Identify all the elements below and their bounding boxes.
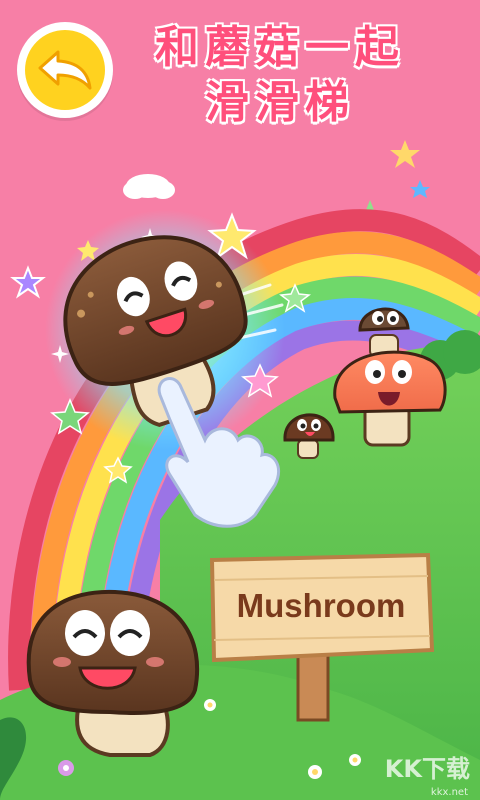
back-arrow-icon xyxy=(38,50,92,90)
watermark-url: kkx.net xyxy=(430,787,468,798)
sign-word: Mushroom xyxy=(236,587,406,624)
back-button-face[interactable] xyxy=(25,30,105,110)
page-title: 和蘑菇一起 滑滑梯 xyxy=(110,20,450,130)
watermark: KK下载 xyxy=(384,755,470,783)
title-line-2: 滑滑梯 xyxy=(205,77,355,128)
game-scene: 和蘑菇一起 滑滑梯 Mushroom KK下载 kkx.net xyxy=(0,0,480,800)
title-line-1: 和蘑菇一起 xyxy=(155,22,405,73)
word-sign[interactable]: Mushroom xyxy=(210,555,432,663)
back-button[interactable] xyxy=(17,22,113,118)
